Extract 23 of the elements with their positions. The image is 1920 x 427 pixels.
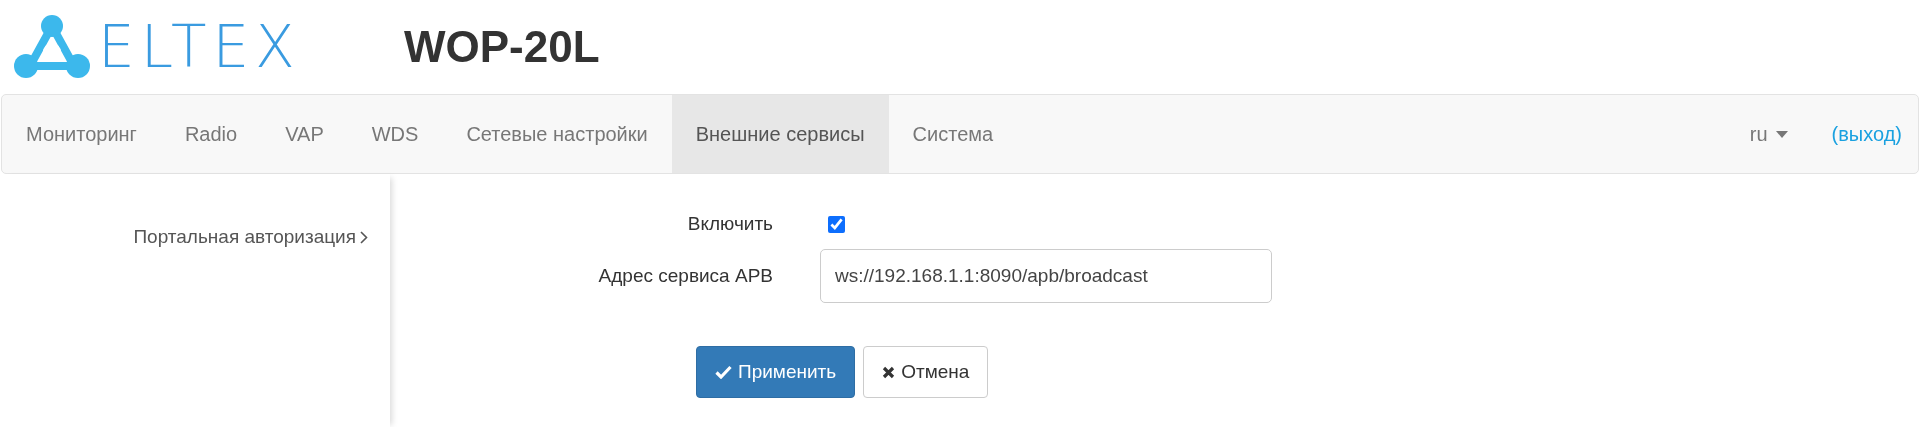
field-label: Включить [686,213,774,235]
nav-tab[interactable]: Внешние сервисы [671,95,889,173]
nav-tab[interactable]: Мониторинг [2,95,161,173]
cancel-button[interactable]: Отмена [863,346,989,398]
close-icon [882,365,896,379]
nav-tab[interactable]: VAP [261,95,348,173]
field-label: Адрес сервиса APB [597,265,774,287]
sidebar-item[interactable]: Портальная авторизация [133,226,390,248]
check-icon [715,365,732,379]
caret-icon [1775,130,1788,138]
nav-tab[interactable]: Radio [160,95,262,173]
device-model: WOP-20L [404,22,600,72]
nav-tab[interactable]: Сетевые настройки [442,95,672,173]
language-dropdown[interactable]: ru [1725,95,1812,173]
nav-tab[interactable]: WDS [347,95,443,173]
logout-link[interactable]: (выход) [1811,95,1918,173]
nav-tab[interactable]: Система [888,95,1018,173]
address-input[interactable]: ws://192.168.1.1:8090/apb/broadcast [820,249,1272,303]
logo-icon [12,14,92,80]
apply-button[interactable]: Применить [696,346,856,398]
chevron-icon [360,230,368,244]
enable-checkbox[interactable] [828,215,845,233]
brand-logo: ELTEX [98,13,301,81]
